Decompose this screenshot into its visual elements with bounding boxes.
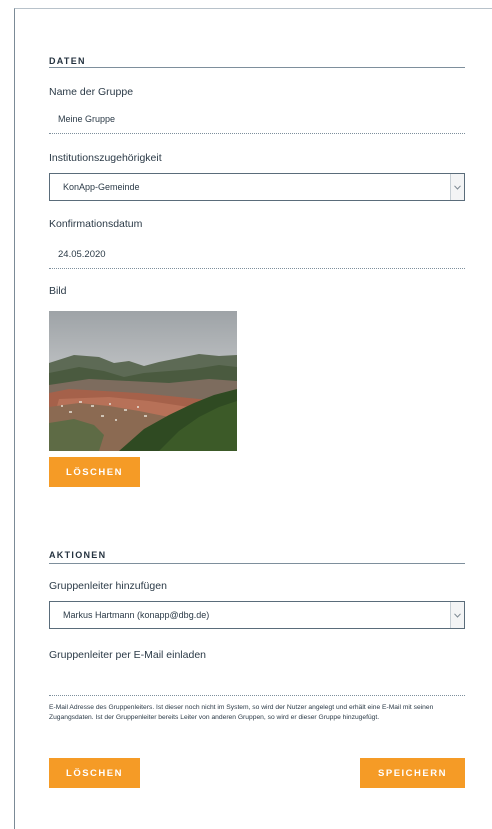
section-divider <box>49 563 465 564</box>
delete-button[interactable]: LÖSCHEN <box>49 758 140 788</box>
field-underline <box>49 133 465 134</box>
date-label: Konfirmationsdatum <box>49 218 143 230</box>
chevron-down-icon[interactable] <box>450 602 464 628</box>
save-button[interactable]: SPEICHERN <box>360 758 465 788</box>
group-image <box>49 311 237 451</box>
leader-add-label: Gruppenleiter hinzufügen <box>49 580 167 592</box>
date-value: 24.05.2020 <box>58 249 106 260</box>
institution-label: Institutionszugehörigkeit <box>49 152 162 164</box>
leader-select[interactable]: Markus Hartmann (konapp@dbg.de) <box>49 601 465 629</box>
group-name-field[interactable]: Meine Gruppe <box>49 108 465 134</box>
group-name-label: Name der Gruppe <box>49 86 134 98</box>
chevron-down-icon[interactable] <box>450 174 464 200</box>
field-underline <box>49 695 465 696</box>
institution-select-value: KonApp-Gemeinde <box>63 182 140 192</box>
section-divider <box>49 67 465 68</box>
section-title-daten: DATEN <box>49 56 86 66</box>
invite-help-text: E-Mail Adresse des Gruppenleiters. Ist d… <box>49 704 434 721</box>
invite-label: Gruppenleiter per E-Mail einladen <box>49 649 207 661</box>
leader-select-value: Markus Hartmann (konapp@dbg.de) <box>63 610 210 620</box>
section-title-aktionen: AKTIONEN <box>49 550 107 560</box>
institution-select[interactable]: KonApp-Gemeinde <box>49 173 465 201</box>
group-name-value: Meine Gruppe <box>58 114 116 124</box>
field-underline <box>49 268 465 269</box>
date-field[interactable]: 24.05.2020 <box>49 241 465 269</box>
image-delete-button[interactable]: LÖSCHEN <box>49 457 140 487</box>
image-label: Bild <box>49 285 67 297</box>
invite-email-field[interactable] <box>49 670 465 696</box>
